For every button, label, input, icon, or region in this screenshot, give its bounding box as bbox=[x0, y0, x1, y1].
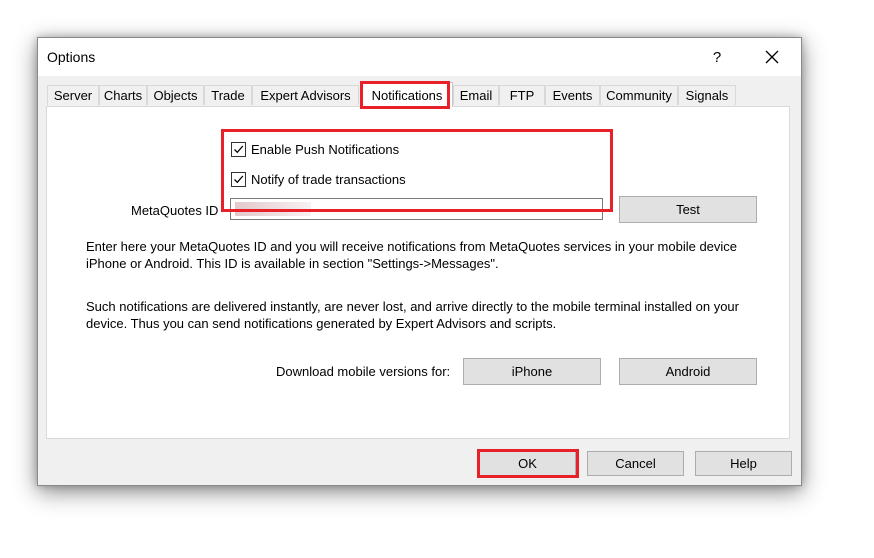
checkmark-icon bbox=[234, 145, 244, 153]
tab-ftp[interactable]: FTP bbox=[499, 85, 545, 105]
metaquotes-id-input[interactable] bbox=[230, 198, 603, 220]
tab-trade[interactable]: Trade bbox=[204, 85, 252, 105]
window-title: Options bbox=[47, 49, 96, 65]
close-button[interactable] bbox=[754, 42, 790, 72]
cancel-button[interactable]: Cancel bbox=[587, 451, 684, 476]
info-text-id: Enter here your MetaQuotes ID and you wi… bbox=[86, 239, 738, 271]
redacted-value bbox=[235, 202, 311, 216]
enable-push-row[interactable]: Enable Push Notifications bbox=[231, 139, 399, 159]
enable-push-checkbox[interactable] bbox=[231, 141, 246, 157]
ok-button[interactable]: OK bbox=[479, 451, 576, 476]
notify-trade-checkbox[interactable] bbox=[231, 171, 246, 187]
tab-server[interactable]: Server bbox=[47, 85, 99, 105]
tab-charts[interactable]: Charts bbox=[99, 85, 147, 105]
tab-signals[interactable]: Signals bbox=[678, 85, 736, 105]
question-mark-icon: ? bbox=[712, 48, 722, 66]
tab-expert-advisors[interactable]: Expert Advisors bbox=[252, 85, 359, 105]
download-label: Download mobile versions for: bbox=[276, 364, 451, 379]
tab-community[interactable]: Community bbox=[600, 85, 678, 105]
help-button[interactable]: Help bbox=[695, 451, 792, 476]
test-button[interactable]: Test bbox=[619, 196, 757, 223]
tab-events[interactable]: Events bbox=[545, 85, 600, 105]
options-dialog: Options ? Server Charts Objects Trade Ex… bbox=[37, 37, 802, 486]
iphone-button[interactable]: iPhone bbox=[463, 358, 601, 385]
close-icon bbox=[765, 50, 779, 64]
notifications-panel: Enable Push Notifications Notify of trad… bbox=[46, 106, 790, 439]
checkmark-icon bbox=[234, 175, 244, 183]
notify-trade-row[interactable]: Notify of trade transactions bbox=[231, 169, 406, 189]
title-bar: Options ? bbox=[38, 38, 801, 76]
tab-email[interactable]: Email bbox=[453, 85, 499, 105]
tab-notifications[interactable]: Notifications bbox=[361, 82, 453, 107]
notify-trade-label: Notify of trade transactions bbox=[251, 171, 406, 187]
android-button[interactable]: Android bbox=[619, 358, 757, 385]
info-text-delivery: Such notifications are delivered instant… bbox=[86, 299, 739, 331]
tab-objects[interactable]: Objects bbox=[147, 85, 204, 105]
enable-push-label: Enable Push Notifications bbox=[251, 141, 400, 157]
metaquotes-id-label: MetaQuotes ID bbox=[131, 203, 219, 218]
help-title-button[interactable]: ? bbox=[702, 42, 732, 72]
